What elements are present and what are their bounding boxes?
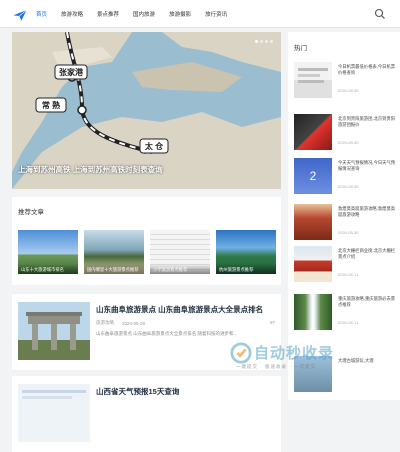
- sidebar-item[interactable]: 2 今天天气预报情况,今日天气预报情况查询 2024-05-30: [294, 158, 396, 200]
- sidebar-item[interactable]: 北京到贵阳旅游团,北京到贵阳旅游团报价 2024-05-30: [294, 114, 396, 156]
- card-caption: 杭州旅游景点推荐: [216, 264, 276, 274]
- sidebar-thumbnail: [294, 114, 332, 150]
- article-meta: 旅游攻略 2024-05-29: [96, 320, 153, 326]
- carousel-dot[interactable]: [270, 40, 273, 43]
- sidebar-thumbnail: [294, 62, 332, 98]
- carousel-dot[interactable]: [265, 40, 268, 43]
- sidebar-item-title: 今日机票最低价格表,今日机票价格查询: [338, 64, 396, 75]
- recommended-card[interactable]: 山东十大旅游城市排名: [18, 230, 78, 274]
- sidebar-thumbnail: [294, 246, 332, 282]
- recommended-card[interactable]: 小学旅游景点推荐: [150, 230, 210, 274]
- nav-item-guides[interactable]: 旅游攻略: [61, 10, 83, 18]
- article-views: 97: [269, 320, 275, 325]
- recommended-card[interactable]: 国内哪里十大旅游景点推荐: [84, 230, 144, 274]
- top-navbar: 首页 旅游攻略 景点推荐 国内旅游 旅游摄影 旅行资讯: [0, 0, 400, 28]
- map-label-zhangjiagang: 张家港: [59, 67, 84, 77]
- sidebar-item-date: 2024-05-11: [338, 320, 359, 325]
- airplane-icon[interactable]: [12, 6, 28, 22]
- search-icon[interactable]: [374, 8, 386, 20]
- card-caption: 国内哪里十大旅游景点推荐: [84, 264, 144, 274]
- sidebar-item-title: 今天天气预报情况,今日天气预报情况查询: [338, 160, 396, 171]
- carousel-dot[interactable]: [260, 40, 263, 43]
- svg-text:2: 2: [310, 169, 317, 183]
- sidebar-title: 热门: [294, 45, 307, 52]
- watermark-text: 自动秒收录: [254, 345, 335, 362]
- hero-carousel[interactable]: 张家港 常 熟 太 仓 上海到苏州高铁 上海到苏州高铁时刻表查询: [12, 32, 281, 189]
- sidebar-item-title: 敦煌莫高窟旅游攻略,敦煌莫高窟旅游攻略: [338, 206, 396, 217]
- watermark-subtext: 一键提交 · 极速收录 · 一次提交: [236, 364, 316, 369]
- article-excerpt: 山东曲阜旅游景点 山东曲阜旅游景点大全景点排名 随着科技的进步和...: [96, 331, 238, 336]
- map-label-changshu: 常 熟: [42, 100, 60, 110]
- sidebar-thumbnail: [294, 204, 332, 240]
- sidebar-item-date: 2024-05-30: [338, 140, 359, 145]
- article-thumbnail: [18, 302, 90, 360]
- sidebar-item-date: 2024-05-30: [338, 184, 359, 189]
- sidebar-item-date: 2024-05-11: [338, 272, 359, 277]
- sidebar-item[interactable]: 今日机票最低价格表,今日机票价格查询 2024-05-30: [294, 62, 396, 104]
- main-nav: 首页 旅游攻略 景点推荐 国内旅游 旅游摄影 旅行资讯: [36, 0, 241, 28]
- sidebar-item-date: 2024-05-30: [338, 88, 359, 93]
- card-caption: 小学旅游景点推荐: [150, 264, 210, 274]
- article-card[interactable]: 山西省天气预报15天查询: [12, 376, 281, 452]
- nav-item-domestic[interactable]: 国内旅游: [133, 10, 155, 18]
- nav-item-attractions[interactable]: 景点推荐: [97, 10, 119, 18]
- article-title[interactable]: 山东曲阜旅游景点 山东曲阜旅游景点大全景点排名: [96, 304, 263, 315]
- nav-item-photography[interactable]: 旅游摄影: [169, 10, 191, 18]
- sidebar-item-date: 2024-05-30: [338, 230, 359, 235]
- sidebar-item-title: 北京到贵阳旅游团,北京到贵阳旅游团报价: [338, 116, 396, 127]
- recommended-card[interactable]: 杭州旅游景点推荐: [216, 230, 276, 274]
- recommended-section: 推荐文章 山东十大旅游城市排名 国内哪里十大旅游景点推荐 小学旅游景点推荐 杭州…: [12, 197, 281, 285]
- article-date: 2024-05-29: [122, 320, 146, 326]
- article-category[interactable]: 旅游攻略: [96, 320, 114, 326]
- watermark-logo-icon: [230, 342, 252, 364]
- map-label-taicang: 太 仓: [144, 141, 164, 151]
- article-title[interactable]: 山西省天气预报15天查询: [96, 386, 179, 397]
- nav-item-news[interactable]: 旅行资讯: [205, 10, 227, 18]
- section-title: 推荐文章: [18, 209, 44, 216]
- sidebar-thumbnail: 2: [294, 158, 332, 194]
- article-thumbnail: [18, 384, 90, 442]
- hero-caption[interactable]: 上海到苏州高铁 上海到苏州高铁时刻表查询: [18, 164, 163, 175]
- card-caption: 山东十大旅游城市排名: [18, 264, 78, 274]
- recommended-grid: 山东十大旅游城市排名 国内哪里十大旅游景点推荐 小学旅游景点推荐 杭州旅游景点推…: [18, 230, 282, 274]
- nav-item-home[interactable]: 首页: [36, 10, 47, 18]
- sidebar-thumbnail: [294, 294, 332, 330]
- watermark: 自动秒收录 一键提交 · 极速收录 · 一次提交: [228, 340, 388, 372]
- carousel-dots: [253, 40, 273, 43]
- sidebar-item[interactable]: 重庆旅游攻略,重庆旅游必去景点推荐 2024-05-11: [294, 294, 396, 336]
- sidebar-item[interactable]: 敦煌莫高窟旅游攻略,敦煌莫高窟旅游攻略 2024-05-30: [294, 204, 396, 246]
- sidebar-item-title: 北京大栅栏商业街,北京大栅栏景点介绍: [338, 248, 396, 259]
- sidebar-item-title: 重庆旅游攻略,重庆旅游必去景点推荐: [338, 296, 396, 307]
- sidebar-item[interactable]: 北京大栅栏商业街,北京大栅栏景点介绍 2024-05-11: [294, 246, 396, 288]
- carousel-dot[interactable]: [255, 40, 258, 43]
